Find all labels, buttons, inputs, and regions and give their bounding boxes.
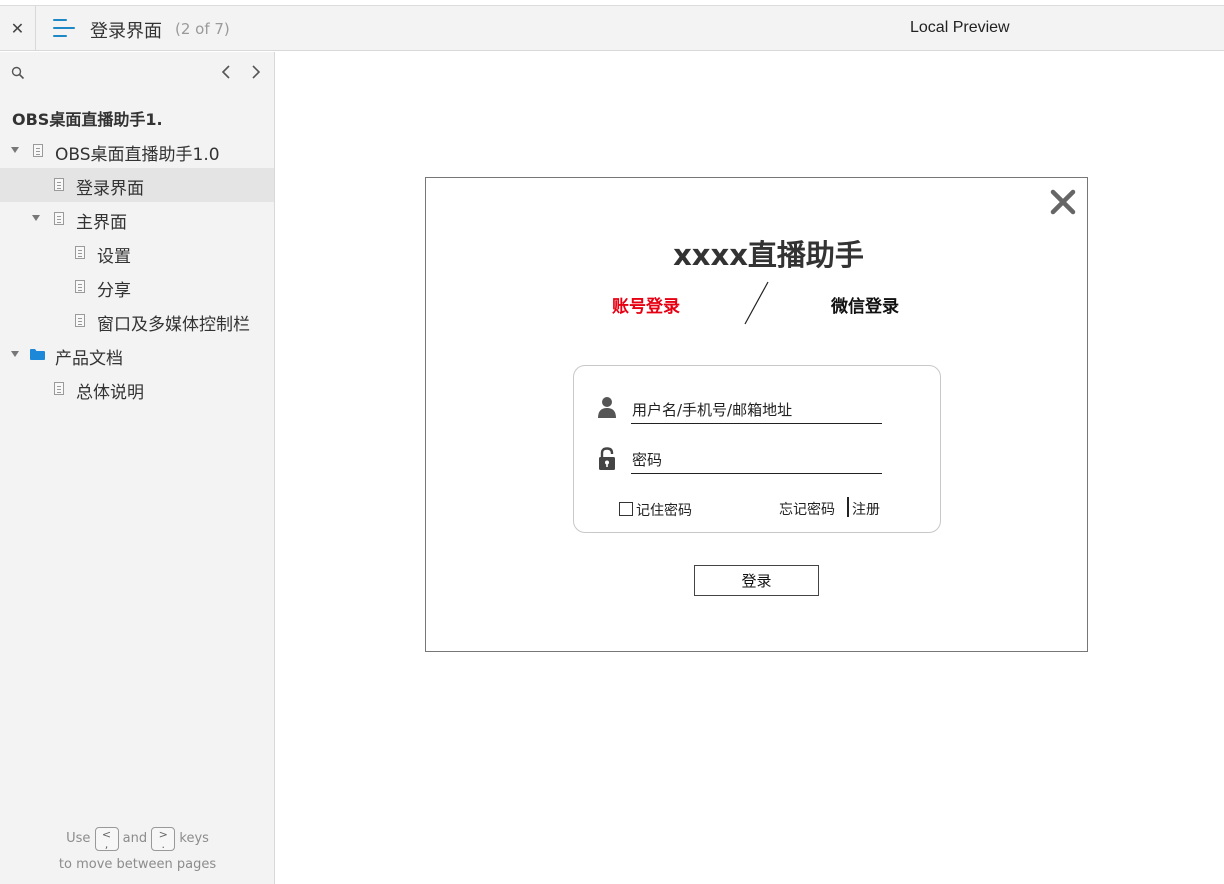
tab-wechat-login[interactable]: 微信登录 bbox=[831, 292, 899, 317]
search-icon[interactable] bbox=[11, 66, 25, 80]
close-icon[interactable] bbox=[1049, 188, 1077, 216]
tab-account-login[interactable]: 账号登录 bbox=[612, 292, 680, 317]
tree-item-label: 设置 bbox=[97, 247, 131, 267]
tree-item-label: 分享 bbox=[97, 281, 131, 301]
expand-arrow-icon[interactable] bbox=[11, 351, 19, 357]
close-icon[interactable]: ✕ bbox=[0, 6, 36, 51]
tree-item-label: 总体说明 bbox=[76, 383, 144, 403]
register-link[interactable]: 注册 bbox=[852, 499, 880, 519]
link-divider bbox=[847, 497, 849, 517]
hint-line2: to move between pages bbox=[58, 857, 217, 872]
hint-keys: keys bbox=[179, 831, 209, 846]
tree-item-label: 主界面 bbox=[76, 213, 127, 233]
hint-use: Use bbox=[66, 831, 91, 846]
password-input[interactable] bbox=[631, 446, 882, 474]
tree-item-main[interactable]: 主界面 bbox=[0, 202, 274, 236]
tree-item-product-docs[interactable]: 产品文档 bbox=[0, 338, 274, 372]
sidebar: OBS桌面直播助手1. OBS桌面直播助手1.0 登录界面 主界面 设置 分享 … bbox=[0, 52, 275, 884]
tree-item-label: OBS桌面直播助手1.0 bbox=[55, 145, 220, 165]
tree-item-share[interactable]: 分享 bbox=[0, 270, 274, 304]
page-icon bbox=[75, 246, 85, 259]
expand-arrow-icon[interactable] bbox=[11, 147, 19, 153]
page-icon bbox=[33, 144, 43, 157]
prev-key-icon: <, bbox=[94, 826, 119, 851]
lock-icon bbox=[599, 447, 615, 470]
page-count: (2 of 7) bbox=[175, 20, 230, 38]
page-icon bbox=[54, 212, 64, 225]
page-icon bbox=[75, 314, 85, 327]
menu-icon[interactable] bbox=[53, 19, 75, 37]
page-icon bbox=[75, 280, 85, 293]
tree-item-label: 产品文档 bbox=[55, 349, 123, 369]
page-title: 登录界面 bbox=[90, 21, 162, 42]
user-icon bbox=[598, 397, 616, 418]
remember-label: 记住密码 bbox=[636, 503, 692, 519]
page-icon bbox=[54, 178, 64, 191]
hint-and: and bbox=[122, 831, 148, 846]
login-dialog: xxxx直播助手 账号登录 微信登录 记住密码 忘记密码 注册 登录 bbox=[425, 177, 1088, 652]
tab-divider bbox=[744, 281, 769, 325]
login-form: 记住密码 忘记密码 注册 bbox=[573, 365, 941, 533]
keyboard-hint: Use <, and >. keys to move between pages bbox=[0, 826, 275, 878]
tree-item-obs-root[interactable]: OBS桌面直播助手1.0 bbox=[0, 134, 274, 168]
tree-item-settings[interactable]: 设置 bbox=[0, 236, 274, 270]
folder-icon bbox=[30, 349, 45, 360]
prev-page-icon[interactable] bbox=[218, 62, 236, 82]
tree-item-label: 登录界面 bbox=[76, 179, 144, 199]
tree-item-label: 窗口及多媒体控制栏 bbox=[97, 315, 250, 335]
tree-item-login[interactable]: 登录界面 bbox=[0, 168, 274, 202]
tree-item-window-controls[interactable]: 窗口及多媒体控制栏 bbox=[0, 304, 274, 338]
username-input[interactable] bbox=[631, 396, 882, 424]
local-preview-label: Local Preview bbox=[910, 19, 1010, 36]
page-icon bbox=[54, 382, 64, 395]
top-bar: ✕ 登录界面 (2 of 7) Local Preview bbox=[0, 5, 1224, 51]
remember-password-checkbox[interactable]: 记住密码 bbox=[619, 500, 692, 520]
tree-item-overview[interactable]: 总体说明 bbox=[0, 372, 274, 406]
next-key-icon: >. bbox=[151, 826, 176, 851]
forgot-password-link[interactable]: 忘记密码 bbox=[779, 499, 835, 519]
expand-arrow-icon[interactable] bbox=[32, 215, 40, 221]
project-title: OBS桌面直播助手1. bbox=[12, 110, 163, 129]
login-button[interactable]: 登录 bbox=[694, 565, 819, 596]
next-page-icon[interactable] bbox=[247, 62, 265, 82]
checkbox-icon[interactable] bbox=[619, 502, 633, 516]
app-title: xxxx直播助手 bbox=[673, 238, 864, 272]
